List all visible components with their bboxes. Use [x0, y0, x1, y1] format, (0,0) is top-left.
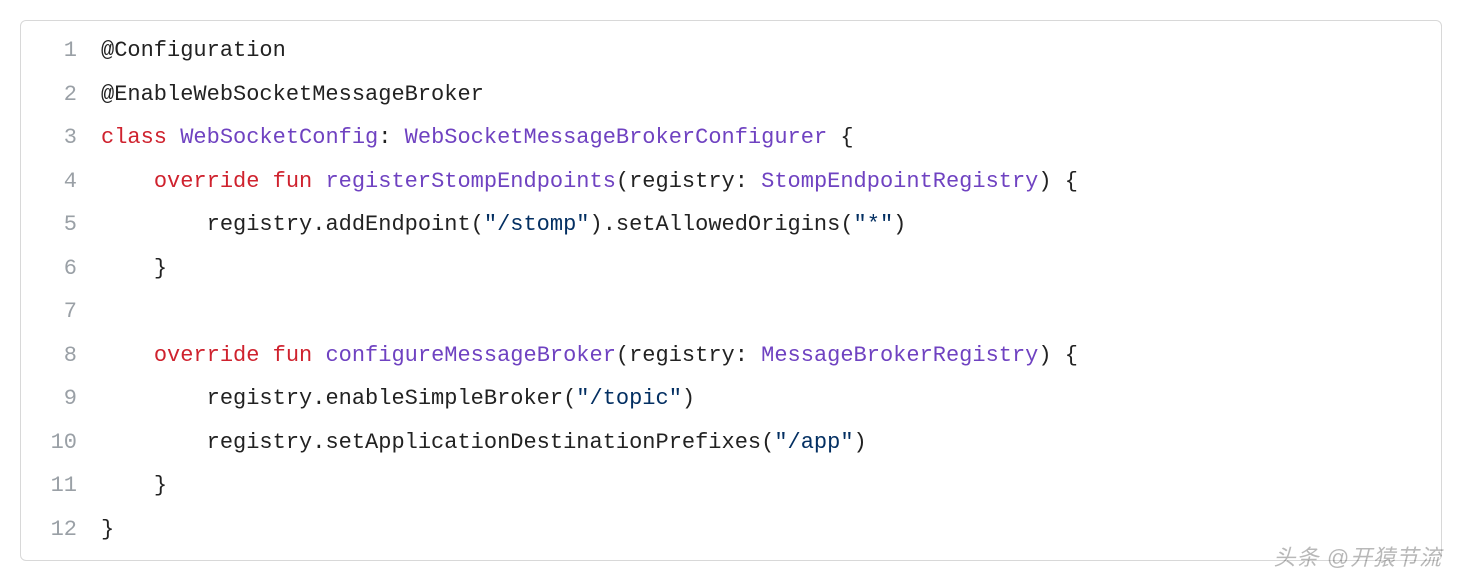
code-token: :	[378, 125, 404, 150]
code-token: registry.addEndpoint(	[207, 212, 484, 237]
line-number: 11	[21, 464, 91, 508]
code-token: )	[854, 430, 867, 455]
line-content: @EnableWebSocketMessageBroker	[91, 73, 1441, 117]
code-line: 3class WebSocketConfig: WebSocketMessage…	[21, 116, 1441, 160]
code-token	[167, 125, 180, 150]
code-token: {	[1052, 169, 1078, 194]
code-line: 7	[21, 290, 1441, 334]
line-number: 3	[21, 116, 91, 160]
line-number: 2	[21, 73, 91, 117]
code-line: 6 }	[21, 247, 1441, 291]
line-content: registry.enableSimpleBroker("/topic")	[91, 377, 1441, 421]
code-token: }	[101, 517, 114, 542]
line-number: 5	[21, 203, 91, 247]
code-block: 1 @Configuration 2 @EnableWebSocketMessageB…	[20, 20, 1442, 561]
code-token	[259, 343, 272, 368]
code-token: override	[154, 343, 260, 368]
code-token	[312, 169, 325, 194]
line-content: }	[91, 464, 1441, 508]
code-line: 8 override fun configureMessageBroker(re…	[21, 334, 1441, 378]
line-number: 4	[21, 160, 91, 204]
code-line: 1 @Configuration	[21, 21, 1441, 73]
line-content: override fun registerStompEndpoints(regi…	[91, 160, 1441, 204]
code-token: WebSocketMessageBrokerConfigurer	[405, 125, 827, 150]
code-token: @EnableWebSocketMessageBroker	[101, 82, 484, 107]
code-token: registerStompEndpoints	[325, 169, 615, 194]
line-number: 8	[21, 334, 91, 378]
code-token: fun	[273, 169, 313, 194]
code-table: 1 @Configuration 2 @EnableWebSocketMessageB…	[21, 21, 1441, 560]
code-token: @Configuration	[101, 38, 286, 63]
line-number: 6	[21, 247, 91, 291]
code-token: :	[735, 343, 761, 368]
line-content: registry.addEndpoint("/stomp").setAllowe…	[91, 203, 1441, 247]
line-number: 12	[21, 508, 91, 560]
code-token: MessageBrokerRegistry	[761, 343, 1038, 368]
code-body: 1 @Configuration 2 @EnableWebSocketMessageB…	[21, 21, 1441, 560]
code-token: override	[154, 169, 260, 194]
line-number: 7	[21, 290, 91, 334]
line-content: class WebSocketConfig: WebSocketMessageB…	[91, 116, 1441, 160]
code-token: "/stomp"	[484, 212, 590, 237]
code-token: {	[827, 125, 853, 150]
code-token: ).setAllowedOrigins(	[590, 212, 854, 237]
code-token: :	[735, 169, 761, 194]
code-token: (	[616, 169, 629, 194]
line-content: @Configuration	[91, 21, 1441, 73]
line-content: }	[91, 247, 1441, 291]
code-token: )	[893, 212, 906, 237]
code-token: {	[1052, 343, 1078, 368]
code-token: class	[101, 125, 167, 150]
code-token: "/app"	[774, 430, 853, 455]
code-token: }	[154, 473, 167, 498]
code-token: fun	[273, 343, 313, 368]
code-line: 12}	[21, 508, 1441, 560]
code-token: StompEndpointRegistry	[761, 169, 1038, 194]
code-token	[259, 169, 272, 194]
code-token: configureMessageBroker	[325, 343, 615, 368]
code-line: 5 registry.addEndpoint("/stomp").setAllo…	[21, 203, 1441, 247]
line-number: 10	[21, 421, 91, 465]
line-content	[91, 290, 1441, 334]
line-number: 9	[21, 377, 91, 421]
code-line: 11 }	[21, 464, 1441, 508]
code-line: 9 registry.enableSimpleBroker("/topic")	[21, 377, 1441, 421]
line-content: }	[91, 508, 1441, 560]
code-token: )	[1038, 343, 1051, 368]
code-token: registry.setApplicationDestinationPrefix…	[207, 430, 775, 455]
code-token: registry	[629, 169, 735, 194]
code-token: "/topic"	[576, 386, 682, 411]
line-number: 1	[21, 21, 91, 73]
code-token: registry	[629, 343, 735, 368]
code-line: 4 override fun registerStompEndpoints(re…	[21, 160, 1441, 204]
code-token: registry.enableSimpleBroker(	[207, 386, 577, 411]
code-token: )	[1038, 169, 1051, 194]
code-token: WebSocketConfig	[180, 125, 378, 150]
code-token: (	[616, 343, 629, 368]
code-token: }	[154, 256, 167, 281]
code-token	[312, 343, 325, 368]
line-content: override fun configureMessageBroker(regi…	[91, 334, 1441, 378]
code-line: 2 @EnableWebSocketMessageBroker	[21, 73, 1441, 117]
code-token: "*"	[854, 212, 894, 237]
code-token: )	[682, 386, 695, 411]
code-line: 10 registry.setApplicationDestinationPre…	[21, 421, 1441, 465]
line-content: registry.setApplicationDestinationPrefix…	[91, 421, 1441, 465]
